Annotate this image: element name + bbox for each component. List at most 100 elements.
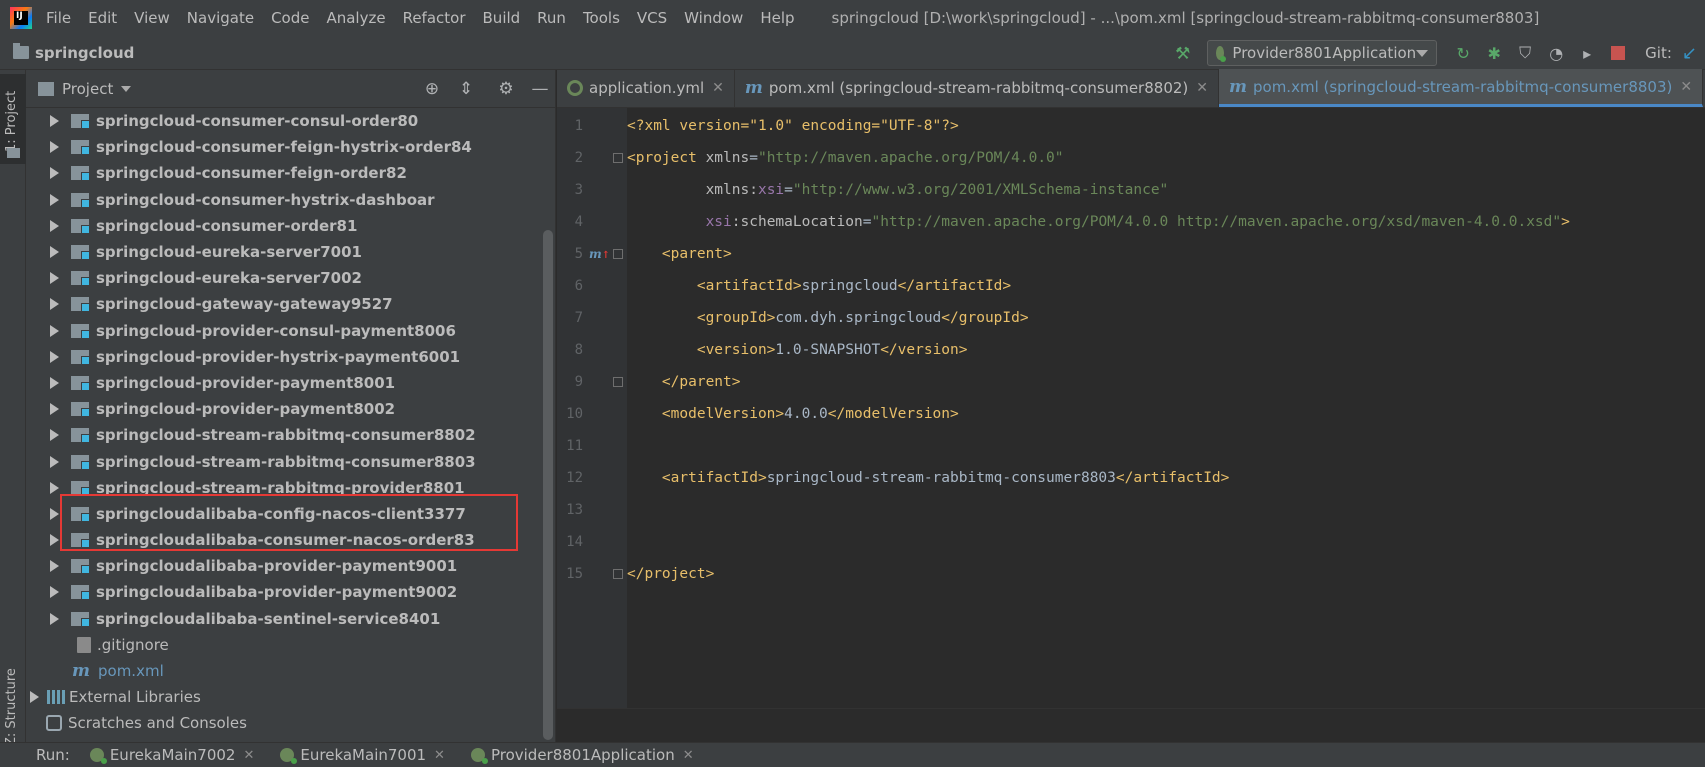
menu-help[interactable]: Help (760, 9, 794, 27)
fold-marker-icon[interactable] (613, 248, 623, 259)
maven-parent-marker-icon[interactable]: m↑ (589, 247, 610, 261)
run-tab-eureka7002[interactable]: EurekaMain7002 ✕ (89, 746, 254, 764)
tree-row-module[interactable]: springcloud-consumer-order81 (26, 213, 546, 239)
module-label: springcloudalibaba-sentinel-service8401 (96, 609, 441, 628)
tree-row-module[interactable]: springcloud-eureka-server7002 (26, 265, 546, 291)
expand-arrow-icon[interactable] (50, 481, 59, 494)
tab-application-yml[interactable]: application.yml ✕ (557, 69, 735, 107)
stop-icon[interactable] (1608, 43, 1628, 63)
expand-arrow-icon[interactable] (50, 534, 59, 547)
fold-marker-icon[interactable] (613, 376, 623, 387)
expand-arrow-icon[interactable] (50, 429, 59, 442)
vertical-scrollbar[interactable] (543, 230, 553, 740)
tree-row-module[interactable]: springcloudalibaba-provider-payment9001 (26, 553, 546, 579)
tree-row-module[interactable]: springcloudalibaba-sentinel-service8401 (26, 606, 546, 632)
tree-row-module[interactable]: springcloud-consumer-feign-hystrix-order… (26, 134, 546, 160)
tab-pom-consumer8803[interactable]: m pom.xml (springcloud-stream-rabbitmq-c… (1219, 69, 1704, 107)
tree-row-module[interactable]: springcloud-consumer-consul-order80 (26, 108, 546, 134)
structure-tool-button[interactable]: Z: Structure (4, 668, 19, 746)
git-update-icon[interactable]: ↙ (1682, 43, 1697, 64)
profile-icon[interactable]: ◔ (1546, 43, 1566, 63)
expand-arrow-icon[interactable] (50, 376, 59, 389)
run-tab-eureka7001[interactable]: EurekaMain7001 ✕ (280, 746, 445, 764)
tree-row-module[interactable]: springcloudalibaba-provider-payment9002 (26, 579, 546, 605)
tree-row-pom[interactable]: m pom.xml (26, 658, 546, 684)
menu-analyze[interactable]: Analyze (326, 9, 385, 27)
tree-row-module[interactable]: springcloud-stream-rabbitmq-consumer8803 (26, 448, 546, 474)
module-label: springcloud-provider-consul-payment8006 (96, 321, 456, 340)
module-label: springcloud-consumer-feign-hystrix-order… (96, 138, 472, 157)
run-dropdown-icon[interactable]: ▸ (1577, 43, 1597, 63)
tree-row-external-libraries[interactable]: External Libraries (26, 684, 546, 710)
editor-gutter (557, 108, 627, 742)
tree-row-module[interactable]: springcloud-eureka-server7001 (26, 239, 546, 265)
expand-arrow-icon[interactable] (30, 691, 39, 704)
expand-arrow-icon[interactable] (50, 141, 59, 154)
expand-arrow-icon[interactable] (50, 272, 59, 285)
expand-arrow-icon[interactable] (50, 350, 59, 363)
menu-file[interactable]: File (46, 9, 71, 27)
collapse-all-icon[interactable]: ⇕ (455, 78, 477, 100)
menu-tools[interactable]: Tools (583, 9, 620, 27)
expand-arrow-icon[interactable] (50, 560, 59, 573)
menu-view[interactable]: View (134, 9, 170, 27)
expand-arrow-icon[interactable] (50, 115, 59, 128)
close-icon[interactable]: ✕ (434, 748, 445, 763)
close-icon[interactable]: ✕ (712, 80, 724, 96)
menu-window[interactable]: Window (684, 9, 743, 27)
tree-row-module[interactable]: springcloud-provider-payment8002 (26, 396, 546, 422)
gear-icon[interactable]: ⚙ (495, 78, 517, 100)
expand-arrow-icon[interactable] (50, 167, 59, 180)
tree-row-module[interactable]: springcloud-provider-consul-payment8006 (26, 318, 546, 344)
module-label: springcloud-consumer-hystrix-dashboar (96, 190, 435, 209)
breadcrumb-project[interactable]: springcloud (35, 44, 134, 62)
close-icon[interactable]: ✕ (683, 748, 694, 763)
fold-marker-icon[interactable] (613, 568, 623, 579)
close-icon[interactable]: ✕ (243, 748, 254, 763)
editor-breadcrumb-bar (557, 708, 1705, 742)
tree-row-module[interactable]: springcloud-provider-payment8001 (26, 370, 546, 396)
close-icon[interactable]: ✕ (1196, 80, 1208, 96)
tree-row-module[interactable]: springcloud-provider-hystrix-payment6001 (26, 344, 546, 370)
run-tab-provider8801[interactable]: Provider8801Application ✕ (470, 746, 694, 764)
debug-icon[interactable]: ✱ (1484, 43, 1504, 63)
expand-arrow-icon[interactable] (50, 507, 59, 520)
fold-marker-icon[interactable] (613, 152, 623, 163)
expand-arrow-icon[interactable] (50, 246, 59, 259)
project-view-title[interactable]: Project (62, 80, 113, 98)
expand-arrow-icon[interactable] (50, 298, 59, 311)
tree-row-module[interactable]: springcloud-consumer-feign-order82 (26, 160, 546, 186)
run-configuration-select[interactable]: Provider8801Application (1207, 40, 1438, 66)
coverage-icon[interactable]: ⛉ (1515, 43, 1535, 63)
menu-refactor[interactable]: Refactor (403, 9, 466, 27)
tree-row-gitignore[interactable]: .gitignore (26, 632, 546, 658)
tree-row-module[interactable]: springcloud-stream-rabbitmq-consumer8802 (26, 422, 546, 448)
expand-arrow-icon[interactable] (50, 193, 59, 206)
xsi-value: "http://www.w3.org/2001/XMLSchema-instan… (792, 181, 1169, 198)
menu-edit[interactable]: Edit (88, 9, 117, 27)
expand-arrow-icon[interactable] (50, 612, 59, 625)
tree-row-scratches[interactable]: Scratches and Consoles (26, 710, 546, 736)
minimize-icon[interactable]: — (529, 78, 551, 100)
build-hammer-icon[interactable]: ⚒ (1175, 44, 1193, 64)
expand-arrow-icon[interactable] (50, 324, 59, 337)
rerun-icon[interactable]: ↻ (1453, 43, 1473, 63)
menu-run[interactable]: Run (537, 9, 566, 27)
close-icon[interactable]: ✕ (1680, 79, 1692, 95)
expand-arrow-icon[interactable] (50, 586, 59, 599)
menu-navigate[interactable]: Navigate (187, 9, 254, 27)
spring-boot-icon (470, 748, 488, 764)
tree-row-module[interactable]: springcloud-gateway-gateway9527 (26, 291, 546, 317)
menu-vcs[interactable]: VCS (637, 9, 667, 27)
locate-target-icon[interactable]: ⊕ (421, 78, 443, 100)
expand-arrow-icon[interactable] (50, 403, 59, 416)
code-area[interactable]: 1 <?xml version="1.0" encoding="UTF-8"?>… (566, 108, 1705, 708)
expand-arrow-icon[interactable] (50, 455, 59, 468)
chevron-down-icon[interactable] (121, 85, 132, 92)
menu-build[interactable]: Build (483, 9, 521, 27)
tree-row-module[interactable]: springcloud-consumer-hystrix-dashboar (26, 187, 546, 213)
expand-arrow-icon[interactable] (50, 219, 59, 232)
menu-code[interactable]: Code (271, 9, 309, 27)
run-tab-label: EurekaMain7002 (109, 746, 236, 764)
tab-pom-consumer8802[interactable]: m pom.xml (springcloud-stream-rabbitmq-c… (735, 69, 1219, 107)
